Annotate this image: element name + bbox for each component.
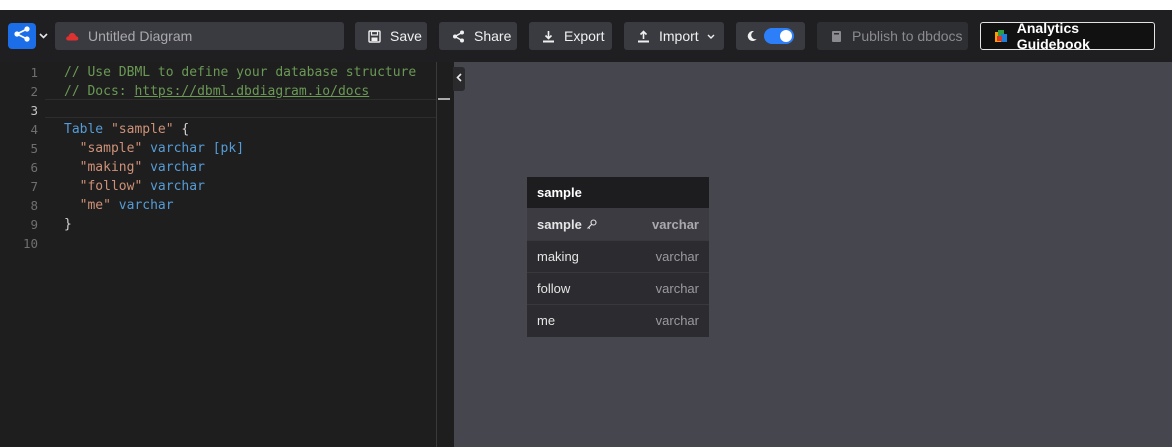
line-number: 8 — [30, 198, 38, 213]
publish-label: Publish to dbdocs — [852, 28, 963, 44]
table-column-row[interactable]: making varchar — [527, 240, 709, 272]
export-button[interactable]: Export — [529, 22, 612, 50]
key-icon — [586, 218, 597, 230]
editor-line: 5 "sample" varchar [pk] — [0, 139, 437, 158]
share-button[interactable]: Share — [439, 22, 517, 50]
chart-icon — [993, 28, 1009, 44]
share-nodes-icon — [13, 25, 31, 48]
table-column-row[interactable]: me varchar — [527, 304, 709, 336]
editor-scroll-gutter — [437, 62, 454, 447]
top-toolbar: Untitled Diagram Save Share Export Impor… — [0, 10, 1172, 62]
diagram-title-input[interactable]: Untitled Diagram — [55, 22, 344, 50]
code-text: // Use DBML to define your database stru… — [64, 65, 417, 80]
line-number: 3 — [30, 103, 38, 118]
publish-dbdocs-button[interactable]: Publish to dbdocs — [817, 22, 968, 50]
code-text: "sample" varchar [pk] — [79, 141, 245, 156]
diagram-title-text: Untitled Diagram — [88, 28, 193, 44]
code-text: "me" varchar — [79, 198, 174, 213]
import-button[interactable]: Import — [624, 22, 724, 50]
code-text: "follow" varchar — [79, 179, 205, 194]
editor-line: 1 // Use DBML to define your database st… — [0, 63, 437, 82]
scrollbar-thumb[interactable] — [438, 98, 450, 100]
code-text: Table "sample" { — [64, 122, 190, 137]
editor-line: 8 "me" varchar — [0, 196, 437, 215]
code-text: // Docs: https://dbml.dbdiagram.io/docs — [64, 84, 370, 99]
theme-toggle[interactable] — [736, 22, 805, 50]
table-header[interactable]: sample — [527, 177, 709, 208]
window-top-strip — [0, 0, 1172, 10]
line-number: 2 — [30, 84, 38, 99]
table-name: sample — [537, 185, 582, 200]
cloud-icon — [65, 29, 79, 43]
column-type: varchar — [652, 216, 699, 232]
line-number: 9 — [30, 217, 38, 232]
download-icon — [540, 28, 556, 44]
floppy-icon — [366, 28, 382, 44]
line-number: 10 — [22, 236, 38, 251]
line-number: 7 — [30, 179, 38, 194]
editor-line: 7 "follow" varchar — [0, 177, 437, 196]
table-column-row[interactable]: follow varchar — [527, 272, 709, 304]
save-button[interactable]: Save — [355, 22, 427, 50]
editor-line: 3 — [0, 101, 437, 120]
docs-link[interactable]: https://dbml.dbdiagram.io/docs — [134, 84, 369, 99]
share-icon — [450, 28, 466, 44]
moon-icon — [746, 30, 758, 42]
table-column-row[interactable]: sample varchar — [527, 208, 709, 240]
app-logo-button[interactable] — [8, 23, 36, 49]
line-number: 1 — [30, 65, 38, 80]
column-name: sample — [537, 216, 582, 232]
column-type: varchar — [655, 281, 699, 296]
chevron-down-icon[interactable] — [37, 28, 49, 44]
theme-toggle-switch[interactable] — [764, 28, 794, 44]
share-label: Share — [474, 28, 512, 44]
editor-line: 2 // Docs: https://dbml.dbdiagram.io/doc… — [0, 82, 437, 101]
import-label: Import — [659, 28, 699, 44]
chevron-down-icon — [707, 31, 715, 42]
column-name-wrap: sample — [537, 217, 597, 232]
column-type: varchar — [655, 249, 699, 264]
editor-divider[interactable] — [436, 62, 437, 447]
chevron-left-icon — [456, 73, 462, 85]
column-name: me — [537, 313, 556, 328]
line-number: 4 — [30, 122, 38, 137]
analytics-guidebook-button[interactable]: Analytics Guidebook — [980, 20, 1155, 52]
editor-line: 9 } — [0, 215, 437, 234]
line-number: 6 — [30, 160, 38, 175]
toggle-knob — [780, 30, 792, 42]
code-text: "making" varchar — [79, 160, 205, 175]
guide-label: Analytics Guidebook — [1016, 20, 1090, 52]
column-name: making — [537, 249, 579, 264]
book-icon — [828, 28, 844, 44]
editor-line: 6 "making" varchar — [0, 158, 437, 177]
line-number: 5 — [30, 141, 38, 156]
code-editor[interactable]: 1 // Use DBML to define your database st… — [0, 62, 437, 447]
collapse-editor-button[interactable] — [453, 67, 465, 91]
export-label: Export — [564, 28, 605, 44]
table-card-sample[interactable]: sample sample varchar making varchar fol… — [527, 177, 709, 337]
upload-icon — [635, 28, 651, 44]
editor-line: 10 — [0, 234, 437, 253]
column-name: follow — [537, 281, 571, 296]
editor-line: 4 Table "sample" { — [0, 120, 437, 139]
save-label: Save — [390, 28, 422, 44]
column-type: varchar — [655, 313, 699, 328]
code-text: } — [64, 217, 72, 232]
